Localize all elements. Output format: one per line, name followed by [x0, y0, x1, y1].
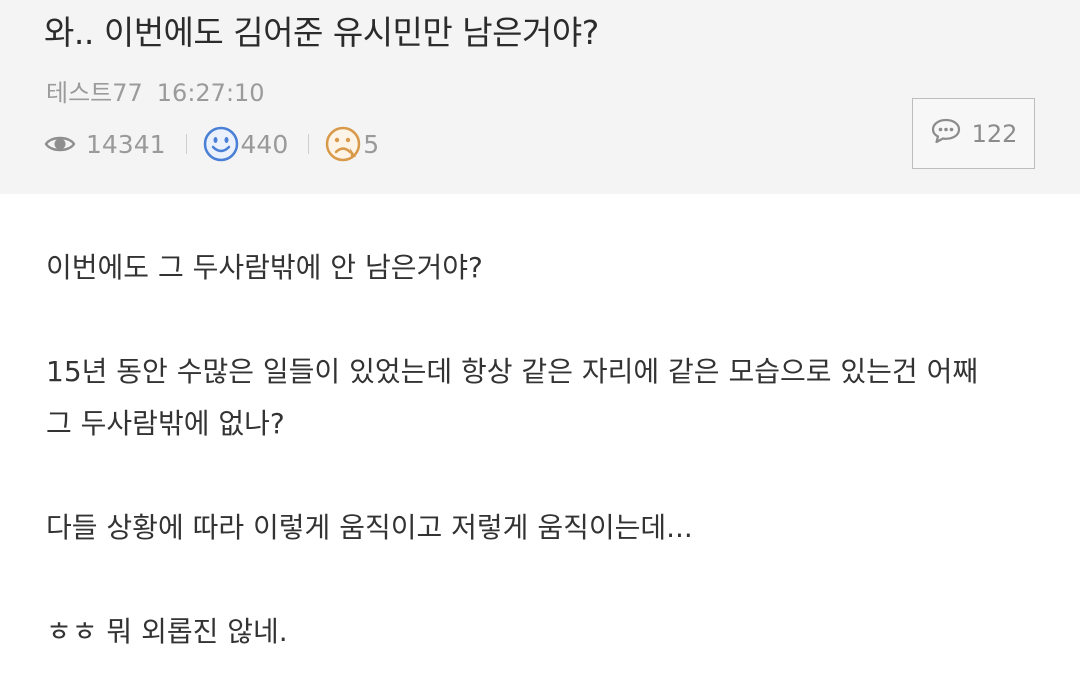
body-paragraph: ㅎㅎ 뭐 외롭진 않네. — [46, 615, 288, 648]
dislike-count-value: 5 — [363, 129, 380, 159]
speech-bubble-icon — [930, 117, 972, 151]
author-name[interactable]: 테스트77 — [46, 79, 143, 107]
post-time: 16:27:10 — [156, 79, 265, 107]
dislike-count[interactable]: 5 — [325, 126, 379, 162]
body-paragraph: 그 두사람밖에 없나? — [46, 407, 285, 440]
post-meta: 테스트77 16:27:10 — [46, 76, 265, 110]
body-paragraph: 이번에도 그 두사람밖에 안 남은거야? — [46, 251, 483, 284]
stat-divider — [308, 134, 310, 154]
smile-icon[interactable] — [203, 126, 239, 162]
comment-count-button[interactable]: 122 — [912, 98, 1035, 169]
post-stats: 14341 440 5 — [44, 124, 379, 164]
post-body: 이번에도 그 두사람밖에 안 남은거야? 15년 동안 수많은 일들이 있었는데… — [46, 242, 1036, 658]
post-header: 와.. 이번에도 김어준 유시민만 남은거야? 테스트77 16:27:10 14… — [0, 0, 1080, 194]
stat-divider — [185, 134, 187, 154]
view-count-value: 14341 — [86, 129, 166, 159]
comment-count-value: 122 — [971, 119, 1018, 148]
body-paragraph: 다들 상황에 따라 이렇게 움직이고 저렇게 움직이는데... — [46, 511, 693, 544]
body-paragraph: 15년 동안 수많은 일들이 있었는데 항상 같은 자리에 같은 모습으로 있는… — [46, 355, 979, 388]
like-count[interactable]: 440 — [203, 126, 289, 162]
eye-icon — [44, 133, 76, 155]
view-count: 14341 — [44, 130, 166, 159]
like-count-value: 440 — [240, 129, 289, 159]
post-title: 와.. 이번에도 김어준 유시민만 남은거야? — [44, 13, 599, 52]
frown-icon[interactable] — [325, 126, 361, 162]
